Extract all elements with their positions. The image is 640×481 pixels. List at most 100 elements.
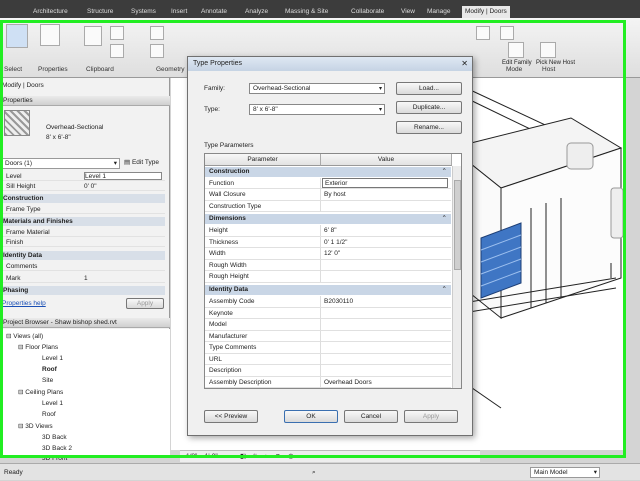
- param-value[interactable]: 12' 0": [324, 248, 340, 259]
- dialog-title-bar[interactable]: Type Properties ✕: [188, 57, 472, 71]
- tree-ceiling-plans[interactable]: ⊟ Ceiling Plans: [18, 388, 63, 397]
- tab-insert[interactable]: Insert: [168, 6, 190, 18]
- instance-selector[interactable]: Doors (1) ▾: [2, 158, 120, 169]
- cancel-button[interactable]: Cancel: [344, 410, 398, 423]
- modify-tool-icon-2[interactable]: [476, 26, 490, 40]
- param-row-url[interactable]: URL: [205, 353, 451, 365]
- shadows-icon[interactable]: ◐: [264, 451, 268, 463]
- param-row-wall-closure[interactable]: Wall Closure By host: [205, 189, 451, 201]
- param-row-assembly-code[interactable]: Assembly Code B2030110: [205, 296, 451, 308]
- prop-value[interactable]: 1: [84, 274, 88, 283]
- prop-row-frame-type[interactable]: Frame Type: [0, 205, 165, 214]
- align-icon[interactable]: [500, 26, 514, 40]
- param-row-height[interactable]: Height 6' 8": [205, 225, 451, 237]
- temporary-hide-icon[interactable]: ◉: [288, 451, 294, 463]
- prop-category-phasing[interactable]: Phasing: [0, 286, 165, 295]
- param-row-type-comments[interactable]: Type Comments: [205, 342, 451, 354]
- category-construction[interactable]: Construction ⌃: [205, 167, 451, 177]
- tree-3d-views[interactable]: ⊟ 3D Views: [18, 422, 53, 431]
- prop-row-sill-height[interactable]: Sill Height 0' 0": [0, 182, 165, 191]
- param-row-construction-type[interactable]: Construction Type: [205, 200, 451, 212]
- detail-level-icon[interactable]: ▭: [228, 451, 234, 463]
- tab-analyze[interactable]: Analyze: [242, 6, 271, 18]
- param-row-assembly-description[interactable]: Assembly Description Overhead Doors: [205, 376, 451, 388]
- param-row-model[interactable]: Model: [205, 319, 451, 331]
- prop-category-identity[interactable]: Identity Data: [0, 251, 165, 260]
- copy-icon[interactable]: [110, 44, 124, 58]
- param-value[interactable]: 0' 1 1/2": [324, 237, 347, 248]
- apply-button[interactable]: Apply: [404, 410, 458, 423]
- type-combobox[interactable]: 8' x 6'-8" ▾: [249, 104, 385, 115]
- properties-apply-button[interactable]: Apply: [126, 298, 164, 309]
- group-select-label[interactable]: Select: [4, 66, 22, 73]
- prop-row-level[interactable]: Level Level 1: [0, 172, 165, 181]
- tab-systems[interactable]: Systems: [128, 6, 159, 18]
- category-identity-data[interactable]: Identity Data ⌃: [205, 285, 451, 295]
- preview-button[interactable]: << Preview: [204, 410, 258, 423]
- type-properties-icon[interactable]: [40, 24, 60, 46]
- cut-icon[interactable]: [110, 26, 124, 40]
- tab-architecture[interactable]: Architecture: [30, 6, 71, 18]
- param-value[interactable]: By host: [324, 189, 346, 200]
- param-value[interactable]: Overhead Doors: [324, 377, 372, 388]
- param-row-description[interactable]: Description: [205, 365, 451, 377]
- join-icon[interactable]: [150, 44, 164, 58]
- tab-annotate[interactable]: Annotate: [198, 6, 230, 18]
- prop-category-construction[interactable]: Construction: [0, 194, 165, 203]
- column-header-value[interactable]: Value: [321, 154, 452, 166]
- tab-massing-site[interactable]: Massing & Site: [282, 6, 331, 18]
- family-combobox[interactable]: Overhead-Sectional ▾: [249, 83, 385, 94]
- edit-type-button[interactable]: ▤ Edit Type: [124, 158, 159, 166]
- prop-row-finish[interactable]: Finish: [0, 238, 165, 247]
- rename-button[interactable]: Rename...: [396, 121, 462, 134]
- tree-views-all[interactable]: ⊟ Views (all): [6, 332, 43, 341]
- tree-site[interactable]: Site: [42, 376, 53, 385]
- prop-category-materials[interactable]: Materials and Finishes: [0, 217, 165, 226]
- load-button[interactable]: Load...: [396, 82, 462, 95]
- crop-view-icon[interactable]: ⌗: [276, 451, 280, 463]
- tree-3d-back-2[interactable]: 3D Back 2: [42, 444, 72, 453]
- ok-button[interactable]: OK: [284, 410, 338, 423]
- prop-row-comments[interactable]: Comments: [0, 262, 165, 271]
- tab-modify-doors[interactable]: Modify | Doors: [462, 6, 510, 18]
- tree-ceiling-roof[interactable]: Roof: [42, 410, 56, 419]
- duplicate-button[interactable]: Duplicate...: [396, 101, 462, 114]
- pick-new-host-icon[interactable]: [540, 42, 556, 58]
- param-value[interactable]: 6' 8": [324, 225, 337, 236]
- tab-structure[interactable]: Structure: [84, 6, 116, 18]
- visual-style-icon[interactable]: ◧: [240, 451, 246, 463]
- model-selector[interactable]: Main Model ▾: [530, 467, 600, 478]
- param-row-function[interactable]: Function Exterior: [205, 177, 451, 189]
- prop-row-frame-material[interactable]: Frame Material: [0, 228, 165, 237]
- prop-value[interactable]: Level 1: [84, 172, 162, 180]
- tab-view[interactable]: View: [398, 6, 418, 18]
- tab-collaborate[interactable]: Collaborate: [348, 6, 387, 18]
- param-row-keynote[interactable]: Keynote: [205, 307, 451, 319]
- paste-icon[interactable]: [84, 26, 102, 46]
- tree-floor-plans[interactable]: ⊟ Floor Plans: [18, 343, 58, 352]
- prop-row-mark[interactable]: Mark 1: [0, 274, 165, 283]
- edit-family-icon[interactable]: [508, 42, 524, 58]
- tree-level-1[interactable]: Level 1: [42, 354, 63, 363]
- tree-ceiling-level-1[interactable]: Level 1: [42, 399, 63, 408]
- properties-help-link[interactable]: Properties help: [2, 300, 46, 307]
- param-row-rough-height[interactable]: Rough Height: [205, 271, 451, 283]
- param-row-width[interactable]: Width 12' 0": [205, 248, 451, 260]
- param-row-thickness[interactable]: Thickness 0' 1 1/2": [205, 236, 451, 248]
- param-row-rough-width[interactable]: Rough Width: [205, 259, 451, 271]
- scrollbar-thumb[interactable]: [454, 180, 461, 270]
- prop-value[interactable]: 0' 0": [84, 182, 97, 191]
- scale-selector[interactable]: 1/8" = 1'-0": [186, 451, 218, 463]
- close-icon[interactable]: ✕: [461, 57, 468, 71]
- param-row-manufacturer[interactable]: Manufacturer: [205, 330, 451, 342]
- param-value-field[interactable]: Exterior: [322, 177, 448, 188]
- tree-3d-back[interactable]: 3D Back: [42, 433, 67, 442]
- filter-icon[interactable]: ⌕: [312, 464, 316, 481]
- modify-tool-icon[interactable]: [6, 24, 28, 48]
- tree-3d-front[interactable]: 3D Front: [42, 454, 67, 463]
- sun-path-icon[interactable]: ☀: [252, 451, 258, 463]
- tab-manage[interactable]: Manage: [424, 6, 454, 18]
- column-header-parameter[interactable]: Parameter: [205, 154, 321, 166]
- param-value[interactable]: B2030110: [324, 296, 353, 307]
- category-dimensions[interactable]: Dimensions ⌃: [205, 214, 451, 224]
